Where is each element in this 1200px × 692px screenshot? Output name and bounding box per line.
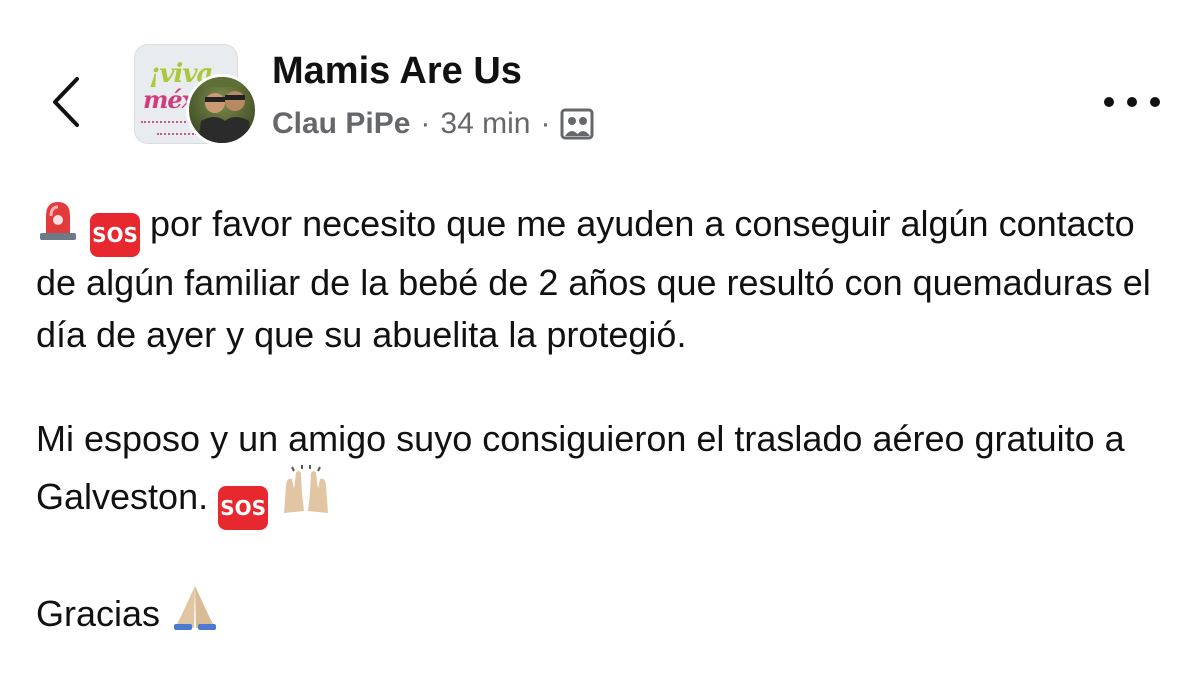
- author-avatar[interactable]: [186, 74, 258, 146]
- sos-emoji: SOS: [218, 486, 269, 530]
- sos-emoji: SOS: [90, 213, 141, 257]
- post-paragraph-2: Mi esposo y un amigo suyo consiguieron e…: [36, 413, 1166, 530]
- post-text: por favor necesito que me ayuden a conse…: [36, 203, 1151, 355]
- siren-emoji: [40, 202, 76, 240]
- post-meta: Clau PiPe · 34 min ·: [272, 104, 594, 144]
- post-paragraph-3: Gracias: [36, 582, 1166, 640]
- post-time[interactable]: 34 min: [440, 107, 530, 141]
- post-text: Gracias: [36, 593, 161, 634]
- author-name[interactable]: Clau PiPe: [272, 107, 410, 141]
- chevron-left-icon: [53, 77, 79, 127]
- post-header: ¡viva méx Mamis Are Us Clau PiPe · 34 mi…: [0, 0, 1200, 170]
- author-avatar-photo: [189, 77, 255, 143]
- meta-separator: ·: [540, 107, 551, 140]
- more-dot-icon: [1150, 97, 1160, 107]
- post-paragraph-1: SOS por favor necesito que me ayuden a c…: [36, 196, 1166, 361]
- group-name[interactable]: Mamis Are Us: [272, 50, 522, 93]
- praying-hands-emoji: [174, 586, 217, 630]
- raising-hands-emoji: [284, 465, 329, 513]
- more-options-button[interactable]: [1104, 90, 1160, 114]
- post-body: SOS por favor necesito que me ayuden a c…: [36, 196, 1166, 692]
- group-privacy-icon: [560, 108, 594, 140]
- group-avatar-decoration: [157, 133, 197, 137]
- post-text: Mi esposo y un amigo suyo consiguieron e…: [36, 418, 1125, 517]
- more-dot-icon: [1104, 97, 1114, 107]
- meta-separator: ·: [420, 107, 431, 140]
- back-button[interactable]: [44, 72, 88, 132]
- more-dot-icon: [1127, 97, 1137, 107]
